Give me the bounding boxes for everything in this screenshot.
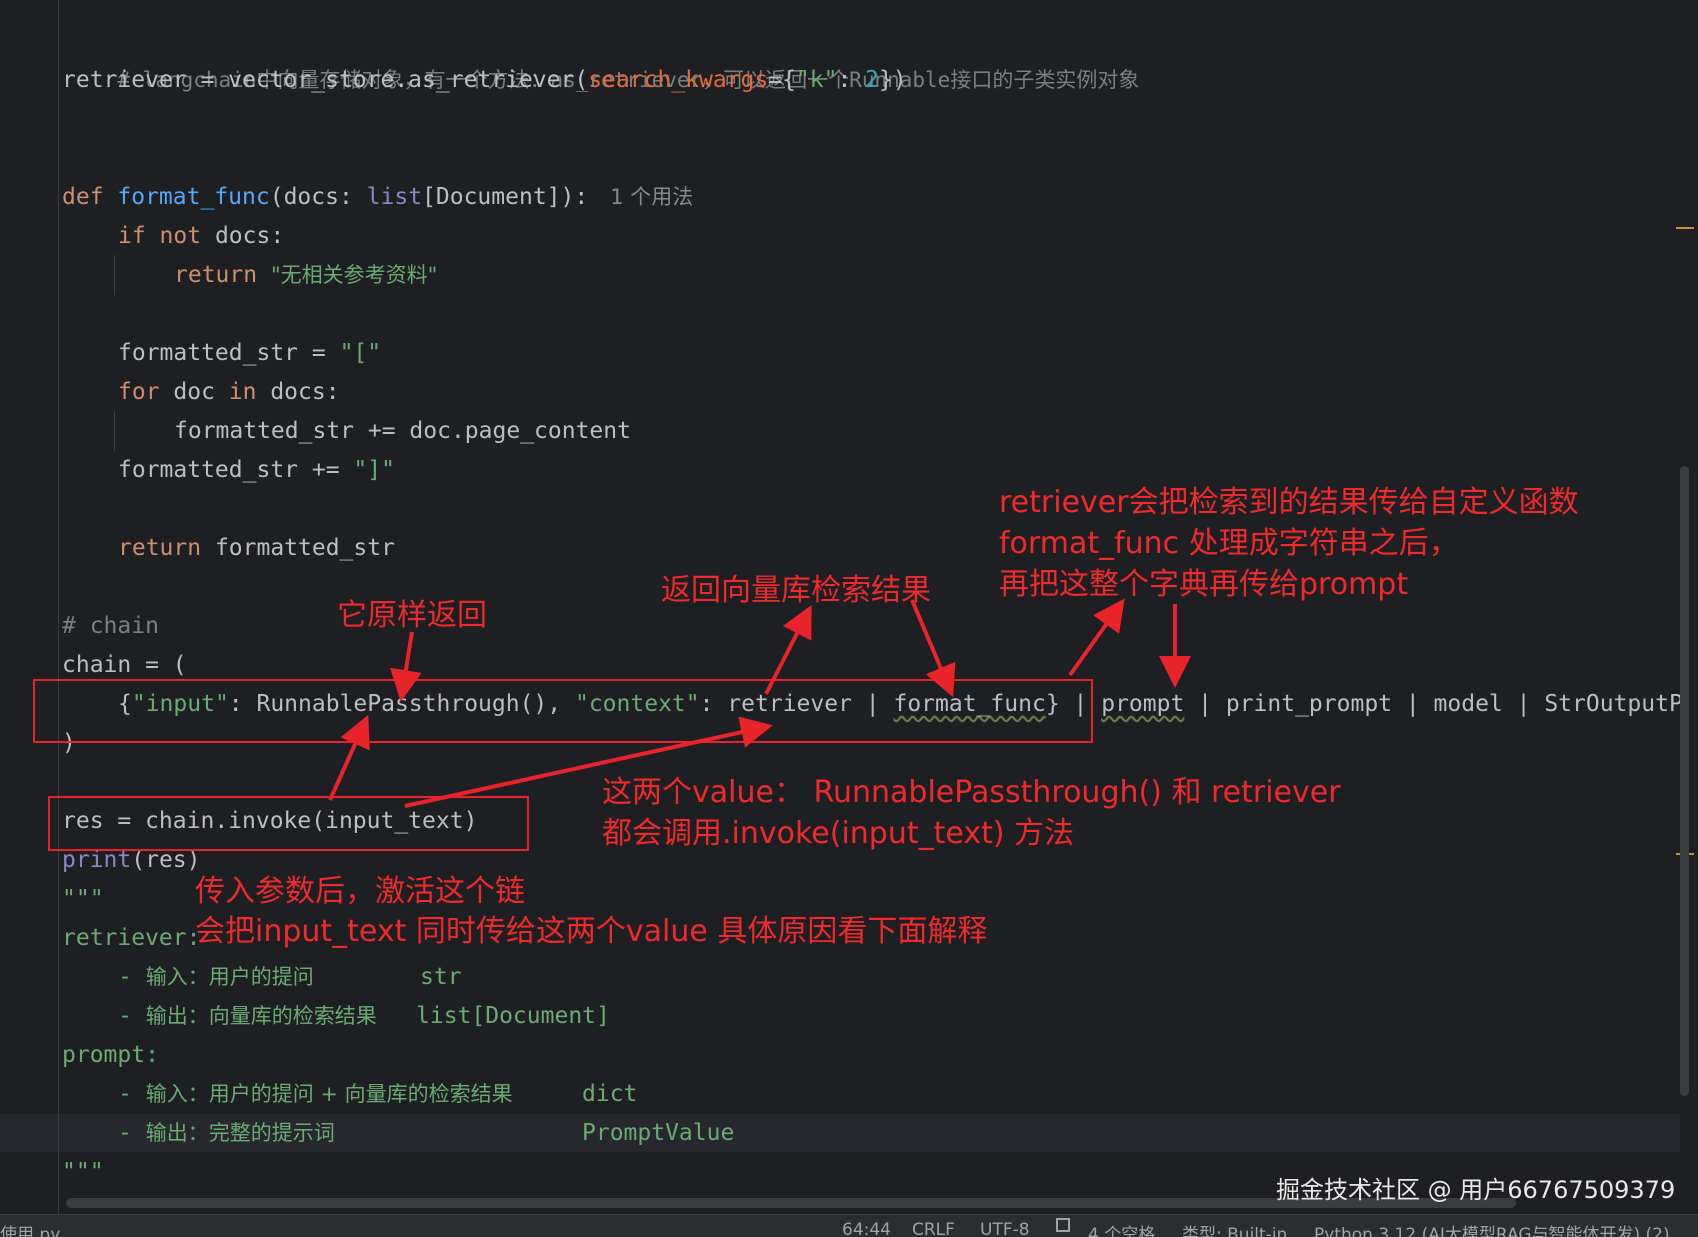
code-keyword: return: [118, 535, 215, 561]
invoke-note-line-2: 会把input_text 同时传给这两个value 具体原因看下面解释: [195, 914, 988, 949]
code-number: 2: [865, 67, 880, 93]
code-text: }): [879, 67, 907, 93]
status-line-ending[interactable]: CRLF: [912, 1220, 955, 1237]
code-docstring: retriever:: [62, 925, 201, 951]
code-docstring: """: [62, 1159, 104, 1185]
code-keyword: def: [62, 184, 118, 210]
code-line-if[interactable]: if not docs:: [118, 217, 284, 256]
code-docstring: dict: [582, 1081, 638, 1107]
code-text: (docs:: [269, 184, 367, 210]
code-param: search_kwargs: [588, 67, 769, 93]
code-function-name: format_func: [117, 184, 270, 210]
status-bar: 使用.py 64:44 CRLF UTF-8 4 个空格 类型: Built-i…: [0, 1214, 1698, 1237]
code-line-return[interactable]: return formatted_str: [118, 529, 395, 568]
code-docstring: prompt:: [62, 1042, 159, 1068]
status-file-type[interactable]: 类型: Built-in: [1182, 1220, 1287, 1237]
format-note-line-1: retriever会把检索到的结果传给自定义函数: [999, 485, 1579, 520]
code-comment: # chain: [62, 613, 159, 639]
code-line-doc-input[interactable]: - 输入：用户的提问 str: [118, 958, 462, 997]
values-note-line-1: 这两个value： RunnablePassthrough() 和 retrie…: [602, 775, 1341, 810]
code-docstring: str: [420, 964, 462, 990]
code-text: ={: [768, 67, 796, 93]
code-line-chain-comment[interactable]: # chain: [62, 607, 159, 646]
code-docstring: -: [118, 1081, 146, 1107]
code-text: formatted_str +=: [118, 457, 354, 483]
values-note-line-2: 都会调用.invoke(input_text) 方法: [602, 816, 1075, 851]
code-string: "无相关参考资料": [270, 263, 438, 287]
code-line-docstring-open[interactable]: """: [62, 880, 104, 919]
code-text: docs:: [270, 379, 340, 405]
code-docstring: PromptValue: [582, 1120, 735, 1146]
code-line-init[interactable]: formatted_str = "[": [118, 334, 381, 373]
gutter-divider: [58, 0, 59, 1214]
code-text: retriever = vector_store.as_retriever(: [62, 67, 589, 93]
code-text: :: [837, 67, 866, 93]
code-text: formatted_str =: [118, 340, 340, 366]
code-text: formatted_str += doc.page_content: [174, 418, 631, 444]
code-line-doc-prompt-output[interactable]: - 输出：完整的提示词 PromptValue: [118, 1114, 734, 1153]
code-string: "k": [795, 67, 838, 93]
status-encoding[interactable]: UTF-8: [980, 1220, 1030, 1237]
code-docstring: -: [118, 1120, 146, 1146]
code-keyword: in: [228, 379, 271, 405]
code-line-doc-prompt-input[interactable]: - 输入：用户的提问 + 向量库的检索结果 dict: [118, 1075, 637, 1114]
code-text: doc: [173, 379, 229, 405]
code-line-2[interactable]: retriever = vector_store.as_retriever(se…: [62, 61, 907, 100]
code-docstring: 输入：用户的提问 + 向量库的检索结果: [145, 1082, 513, 1106]
code-text: formatted_str: [214, 535, 395, 561]
code-docstring: -: [118, 1003, 146, 1029]
status-file-name[interactable]: 使用.py: [0, 1220, 60, 1237]
code-line-docstring-close[interactable]: """: [62, 1153, 104, 1192]
code-keyword: for: [118, 379, 174, 405]
code-text: docs:: [214, 223, 285, 249]
format-note-line-2: format_func 处理成字符串之后，: [999, 526, 1459, 561]
chain-dict-highlight-box: [33, 679, 1093, 743]
status-cursor-position[interactable]: 64:44: [842, 1220, 891, 1237]
code-line-concat[interactable]: formatted_str += doc.page_content: [174, 412, 631, 451]
code-builtin: list: [366, 184, 423, 210]
code-keyword: not: [159, 223, 215, 249]
code-keyword: return: [174, 262, 271, 288]
code-line-1[interactable]: # langchain中向量存储对象，有一个方法：as_retriever，可以…: [62, 22, 1139, 92]
usage-hint[interactable]: 1 个用法: [610, 185, 693, 209]
code-text: | print_prompt | model | StrOutputP: [1184, 691, 1683, 717]
warning-marker[interactable]: [1676, 227, 1694, 229]
passthrough-note: 它原样返回: [337, 598, 487, 633]
code-docstring: 输出：向量库的检索结果: [145, 1004, 377, 1028]
code-line-doc-retriever[interactable]: retriever:: [62, 919, 200, 958]
code-line-for[interactable]: for doc in docs:: [118, 373, 340, 412]
invoke-note-line-1: 传入参数后，激活这个链: [195, 874, 525, 909]
code-keyword: if: [118, 223, 160, 249]
watermark: 掘金技术社区 @ 用户66767509379: [1276, 1176, 1676, 1204]
invoke-highlight-box: [48, 796, 529, 851]
status-interpreter[interactable]: Python 3.12 (AI大模型RAG与智能体开发) (2): [1314, 1220, 1670, 1237]
indent-guide: [114, 411, 115, 451]
code-docstring: 输出：完整的提示词: [145, 1121, 335, 1145]
retriever-note: 返回向量库检索结果: [661, 573, 931, 608]
code-line-return-empty[interactable]: return "无相关参考资料": [174, 256, 437, 295]
code-string: "[": [339, 340, 382, 366]
code-docstring: """: [62, 886, 104, 912]
code-docstring: list[Document]: [416, 1003, 610, 1029]
code-line-doc-output[interactable]: - 输出：向量库的检索结果 list[Document]: [118, 997, 610, 1036]
code-line-def[interactable]: def format_func(docs: list[Document]): 1 …: [62, 178, 693, 217]
indent-icon: [1056, 1218, 1070, 1232]
code-docstring: -: [118, 964, 146, 990]
code-line-doc-prompt[interactable]: prompt:: [62, 1036, 159, 1075]
indent-guide: [114, 255, 115, 295]
code-docstring: 输入：用户的提问: [145, 965, 314, 989]
code-text: chain = (: [62, 652, 187, 678]
code-line-close[interactable]: formatted_str += "]": [118, 451, 395, 490]
code-prompt-ref: prompt: [1101, 691, 1185, 717]
code-text: [Document]):: [422, 184, 589, 210]
status-indent[interactable]: 4 个空格: [1088, 1220, 1155, 1237]
code-string: "]": [353, 457, 395, 483]
format-note-line-3: 再把这整个字典再传给prompt: [999, 567, 1409, 602]
vertical-scrollbar[interactable]: [1680, 466, 1689, 1096]
